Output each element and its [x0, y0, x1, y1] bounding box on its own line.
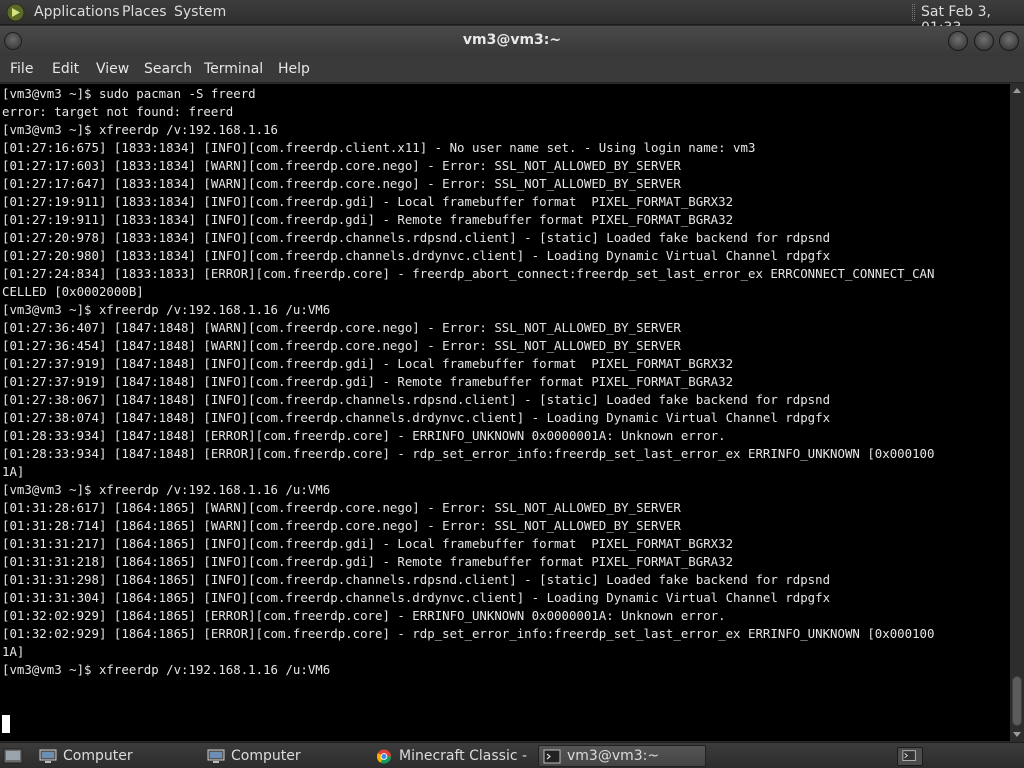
terminal-line: [01:31:31:304] [1864:1865] [INFO][com.fr… [2, 590, 831, 605]
panel-separator [912, 4, 915, 21]
terminal-line: [01:31:31:218] [1864:1865] [INFO][com.fr… [2, 554, 734, 569]
top-panel: Applications Places System Sat Feb 3, 01… [0, 0, 1024, 36]
applications-menu[interactable]: Applications [34, 4, 120, 20]
terminal-output[interactable]: [vm3@vm3 ~]$ sudo pacman -S freerd error… [0, 84, 1010, 741]
task-terminal[interactable]: vm3@vm3:~ [538, 745, 706, 767]
terminal-line: 1A] [2, 464, 25, 479]
terminal-line: [01:27:20:978] [1833:1834] [INFO][com.fr… [2, 230, 831, 245]
window-titlebar[interactable]: vm3@vm3:~ [0, 26, 1024, 56]
terminal-line: [01:27:37:919] [1847:1848] [INFO][com.fr… [2, 374, 734, 389]
terminal-line: [01:27:38:067] [1847:1848] [INFO][com.fr… [2, 392, 831, 407]
computer-icon [39, 749, 57, 763]
terminal-line: [01:31:28:617] [1864:1865] [WARN][com.fr… [2, 500, 681, 515]
terminal-line: [01:31:31:217] [1864:1865] [INFO][com.fr… [2, 536, 734, 551]
show-desktop-icon[interactable] [3, 748, 23, 764]
terminal-line: [vm3@vm3 ~]$ xfreerdp /v:192.168.1.16 /u… [2, 662, 331, 677]
terminal-line: [01:32:02:929] [1864:1865] [ERROR][com.f… [2, 626, 935, 641]
terminal-line: [01:28:33:934] [1847:1848] [ERROR][com.f… [2, 428, 726, 443]
task-minecraft[interactable]: Minecraft Classic - ... [370, 745, 532, 767]
terminal-line: [01:27:17:603] [1833:1834] [WARN][com.fr… [2, 158, 681, 173]
terminal-cursor [2, 715, 10, 733]
places-menu[interactable]: Places [122, 4, 167, 20]
terminal-line: [01:27:36:407] [1847:1848] [WARN][com.fr… [2, 320, 681, 335]
task-label: vm3@vm3:~ [567, 748, 660, 764]
computer-icon [207, 749, 225, 763]
close-button[interactable] [999, 31, 1019, 51]
scroll-up-arrow-icon[interactable] [1013, 88, 1021, 93]
terminal-line: [01:27:19:911] [1833:1834] [INFO][com.fr… [2, 212, 734, 227]
terminal-line: [01:27:24:834] [1833:1833] [ERROR][com.f… [2, 266, 935, 281]
scroll-down-arrow-icon[interactable] [1013, 732, 1021, 737]
window-title: vm3@vm3:~ [462, 32, 562, 48]
system-menu[interactable]: System [174, 4, 226, 20]
terminal-line: [01:27:17:647] [1833:1834] [WARN][com.fr… [2, 176, 681, 191]
terminal-text: [vm3@vm3 ~]$ sudo pacman -S freerd error… [2, 85, 934, 679]
workspace-switcher-icon[interactable] [897, 747, 923, 766]
terminal-line: [01:27:36:454] [1847:1848] [WARN][com.fr… [2, 338, 681, 353]
terminal-line: [01:28:33:934] [1847:1848] [ERROR][com.f… [2, 446, 935, 461]
task-label: Computer [231, 748, 301, 764]
terminal-icon [543, 749, 561, 764]
gnome-foot-icon[interactable] [6, 3, 25, 22]
terminal-line: 1A] [2, 644, 25, 659]
terminal-line: CELLED [0x0002000B] [2, 284, 144, 299]
terminal-line: [01:27:37:919] [1847:1848] [INFO][com.fr… [2, 356, 734, 371]
task-label: Minecraft Classic - ... [399, 748, 529, 764]
menu-file[interactable]: File [10, 61, 33, 77]
menubar: File Edit View Search Terminal Help [0, 56, 1024, 83]
bottom-taskbar: Computer Computer Minecraft Classic - ..… [0, 742, 1024, 768]
terminal-line: [01:27:20:980] [1833:1834] [INFO][com.fr… [2, 248, 831, 263]
scrollbar-thumb[interactable] [1012, 676, 1022, 726]
terminal-line: error: target not found: freerd [2, 104, 234, 119]
task-computer-2[interactable]: Computer [202, 745, 362, 767]
terminal-line: [01:31:28:714] [1864:1865] [WARN][com.fr… [2, 518, 681, 533]
window-list-icon [902, 750, 916, 761]
terminal-line: [01:27:16:675] [1833:1834] [INFO][com.fr… [2, 140, 756, 155]
terminal-scrollbar[interactable] [1010, 84, 1024, 741]
terminal-line: [vm3@vm3 ~]$ xfreerdp /v:192.168.1.16 /u… [2, 482, 331, 497]
terminal-line: [vm3@vm3 ~]$ xfreerdp /v:192.168.1.16 [2, 122, 279, 137]
menu-edit[interactable]: Edit [52, 61, 79, 77]
terminal-line: [01:32:02:929] [1864:1865] [ERROR][com.f… [2, 608, 726, 623]
task-label: Computer [63, 748, 133, 764]
menu-help[interactable]: Help [278, 61, 310, 77]
terminal-line: [01:27:38:074] [1847:1848] [INFO][com.fr… [2, 410, 831, 425]
terminal-line: [vm3@vm3 ~]$ xfreerdp /v:192.168.1.16 /u… [2, 302, 331, 317]
maximize-button[interactable] [974, 31, 994, 51]
minimize-button[interactable] [948, 31, 968, 51]
chrome-icon [376, 749, 392, 764]
menu-terminal[interactable]: Terminal [204, 61, 263, 77]
terminal-line: [01:27:19:911] [1833:1834] [INFO][com.fr… [2, 194, 734, 209]
terminal-line: [01:31:31:298] [1864:1865] [INFO][com.fr… [2, 572, 831, 587]
menu-view[interactable]: View [96, 61, 129, 77]
terminal-line: [vm3@vm3 ~]$ sudo pacman -S freerd [2, 86, 256, 101]
task-computer-1[interactable]: Computer [34, 745, 194, 767]
menu-search[interactable]: Search [144, 61, 192, 77]
